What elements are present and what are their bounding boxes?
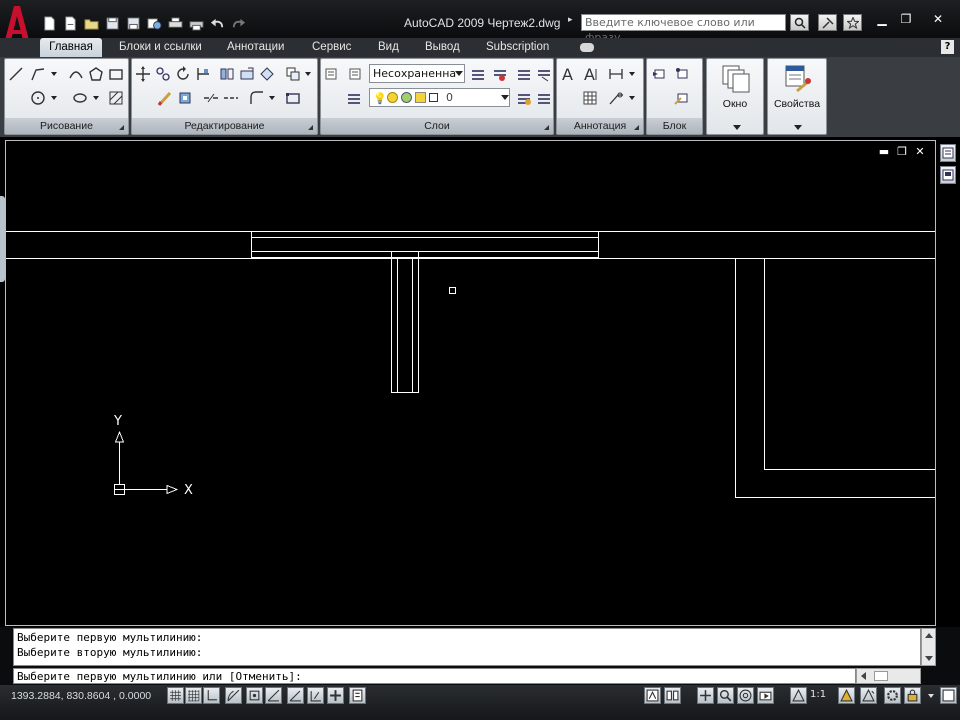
grid-display-icon[interactable] <box>185 687 202 704</box>
mline-segment-inner[interactable] <box>251 237 599 252</box>
polar-tracking-icon[interactable] <box>225 687 242 704</box>
ucs-icon <box>114 430 179 495</box>
mline-right-outer[interactable] <box>735 258 936 498</box>
annotation-scale-value[interactable]: 1:1 <box>810 689 826 700</box>
command-horizontal-scrollbar[interactable] <box>856 668 921 684</box>
pickbox-cursor <box>449 287 456 294</box>
right-side-toolbar <box>940 144 958 188</box>
annotation-scale-icon[interactable] <box>790 687 807 704</box>
command-input[interactable]: Выберите первую мультилинию или [Отменит… <box>13 668 856 684</box>
command-history-line: Выберите вторую мультилинию: <box>17 646 203 659</box>
zoom-icon[interactable] <box>717 687 734 704</box>
command-history-scrollbar[interactable] <box>921 628 936 666</box>
model-space-icon[interactable] <box>644 687 661 704</box>
annotation-visibility-icon[interactable] <box>838 687 855 704</box>
ortho-mode-icon[interactable] <box>203 687 220 704</box>
lineweight-icon[interactable] <box>327 687 344 704</box>
mline-right-inner[interactable] <box>764 258 936 470</box>
layout-preview-icon[interactable] <box>940 166 956 184</box>
drawing-canvas: Y X <box>6 231 936 498</box>
pan-icon[interactable] <box>697 687 714 704</box>
mline-tee-inner-right[interactable] <box>412 257 599 393</box>
status-bar-menu-icon[interactable] <box>928 694 934 698</box>
mline-segment-outer[interactable] <box>251 231 599 258</box>
status-bar: 1393.2884, 830.8604 , 0.0000 1:1 <box>0 685 960 720</box>
clean-screen-icon[interactable] <box>940 687 957 704</box>
quick-properties-icon[interactable] <box>349 687 366 704</box>
workspace-switching-icon[interactable] <box>884 687 901 704</box>
auto-scale-icon[interactable] <box>860 687 877 704</box>
ucs-y-label: Y <box>113 414 122 429</box>
object-snap-tracking-icon[interactable] <box>265 687 282 704</box>
mline-tee-outer[interactable] <box>251 251 599 393</box>
scroll-down-icon[interactable] <box>925 656 933 661</box>
command-history-line: Выберите первую мультилинию: <box>17 631 203 644</box>
model-layout-toggle-icon[interactable] <box>940 144 956 162</box>
viewport-restore-button[interactable]: ❐ <box>895 145 909 159</box>
quick-view-layouts-icon[interactable] <box>664 687 681 704</box>
ucs-x-label: X <box>184 483 193 498</box>
showmotion-icon[interactable] <box>757 687 774 704</box>
viewport-minimize-button[interactable]: ▬ <box>877 145 891 159</box>
command-prompt: Выберите первую мультилинию или [Отменит… <box>17 670 302 683</box>
scroll-up-icon[interactable] <box>925 633 933 638</box>
viewport-close-button[interactable]: ✕ <box>913 145 927 159</box>
cursor-coordinates: 1393.2884, 830.8604 , 0.0000 <box>11 690 152 702</box>
lock-toolbars-icon[interactable] <box>904 687 921 704</box>
mline-tee-inner-left[interactable] <box>251 257 398 393</box>
command-history: Выберите первую мультилинию: Выберите вт… <box>13 628 921 666</box>
dynamic-ucs-icon[interactable] <box>287 687 304 704</box>
dynamic-input-icon[interactable] <box>307 687 324 704</box>
scroll-left-icon[interactable] <box>861 672 866 680</box>
command-line: Выберите первую мультилинию: Выберите вт… <box>0 627 960 685</box>
scroll-thumb[interactable] <box>874 671 888 681</box>
object-snap-icon[interactable] <box>246 687 263 704</box>
snap-mode-icon[interactable] <box>167 687 184 704</box>
steeringwheel-icon[interactable] <box>737 687 754 704</box>
